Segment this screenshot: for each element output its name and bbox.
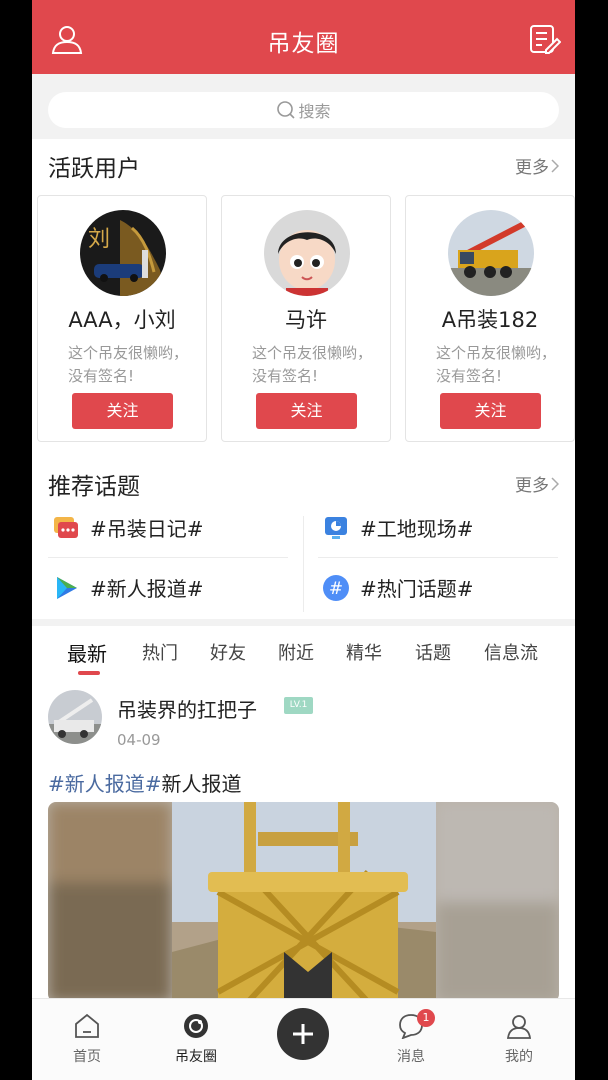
user-name: AAA，小刘 [68,308,176,332]
active-tab-indicator [78,671,100,675]
page-title: 吊友圈 [267,31,340,57]
nav-messages[interactable]: 1 消息 [371,999,451,1080]
user-signature: 这个吊友很懒哟，没有签名! [436,344,557,385]
add-post-button[interactable] [277,1008,329,1060]
user-name: A吊装182 [441,308,539,332]
avatar[interactable] [448,210,534,296]
nav-home[interactable]: 首页 [47,999,127,1080]
bottom-nav: 首页 吊友圈 1 消息 我的 [32,998,575,1080]
play-icon [57,576,77,599]
app-header: 吊友圈 [32,0,575,74]
avatar[interactable]: 刘 [80,210,166,296]
search-input[interactable]: 搜索 [48,92,559,128]
plus-icon [293,1024,313,1044]
user-card[interactable]: A吊装182 这个吊友很懒哟，没有签名! 关注 [405,195,575,442]
follow-button[interactable]: 关注 [256,393,357,429]
svg-text:刘: 刘 [88,227,110,252]
edit-icon[interactable] [527,22,561,56]
post-text: #新人报道#新人报道 [48,768,242,797]
post-tag[interactable]: #新人报道# [48,772,162,796]
topic-item[interactable]: # #热门话题# [322,573,474,602]
nav-label: 我的 [505,1049,533,1065]
profile-icon [506,1015,532,1039]
topic-item[interactable]: #工地现场# [322,513,474,542]
chevron-right-icon [551,158,559,173]
topics-more[interactable]: 更多 [515,471,559,496]
chevron-right-icon [551,476,559,491]
nav-circle[interactable]: 吊友圈 [156,999,236,1080]
more-label: 更多 [515,476,549,496]
tab-nearby[interactable]: 附近 [278,639,314,665]
tab-friends[interactable]: 好友 [210,639,246,665]
user-card[interactable]: 马许 这个吊友很懒哟，没有签名! 关注 [221,195,391,442]
nav-label: 吊友圈 [175,1049,217,1065]
topic-divider [318,557,558,558]
topic-label: #吊装日记# [90,517,204,541]
svg-text:#: # [329,579,343,599]
active-users-more[interactable]: 更多 [515,153,559,178]
tab-featured[interactable]: 精华 [346,639,382,665]
search-icon [277,101,296,119]
active-users-section: 活跃用户 更多 刘 AAA，小刘 这个吊友很懒哟，没有签名! 关注 马许 这个吊… [32,139,575,449]
active-users-title: 活跃用户 [48,156,140,182]
topic-item[interactable]: #新人报道# [52,573,204,602]
nav-label: 首页 [73,1049,101,1065]
topic-divider [48,557,288,558]
topics-title: 推荐话题 [48,474,140,500]
post-image[interactable] [48,802,559,998]
topic-label: #工地现场# [360,517,474,541]
post-body: 新人报道 [161,772,242,796]
avatar[interactable] [48,690,102,744]
topic-label: #新人报道# [90,577,204,601]
nav-label: 消息 [397,1049,425,1065]
app-screen: 吊友圈 搜索 活跃用户 更多 刘 AAA，小刘 这个吊友很懒哟，没有签名! 关注… [32,0,575,1080]
user-signature: 这个吊友很懒哟，没有签名! [252,344,373,385]
avatar[interactable] [264,210,350,296]
tab-topics[interactable]: 话题 [415,639,451,665]
user-name: 马许 [285,308,327,332]
level-badge: LV.1 [284,697,313,714]
chat-icon [54,516,78,538]
hash-icon: # [323,574,349,601]
notification-badge: 1 [417,1009,435,1027]
more-label: 更多 [515,158,549,178]
user-card[interactable]: 刘 AAA，小刘 这个吊友很懒哟，没有签名! 关注 [37,195,207,442]
user-signature: 这个吊友很懒哟，没有签名! [68,344,189,385]
post-date: 04-09 [117,731,161,749]
topic-divider [303,516,304,612]
feed-section: 最新 热门 好友 附近 精华 话题 信息流 吊装界的扛把子 LV.1 04-09… [32,626,575,998]
tab-hot[interactable]: 热门 [142,639,178,665]
nav-profile[interactable]: 我的 [479,999,559,1080]
follow-button[interactable]: 关注 [440,393,541,429]
topic-item[interactable]: #吊装日记# [52,513,204,542]
search-bar: 搜索 [32,74,575,139]
feed-tabs: 最新 热门 好友 附近 精华 话题 信息流 [32,626,575,678]
post-author[interactable]: 吊装界的扛把子 [117,694,257,723]
circle-icon [184,1014,208,1038]
topic-label: #热门话题# [360,577,474,601]
home-icon [75,1013,99,1038]
tab-latest[interactable]: 最新 [67,638,107,667]
recommended-topics-section: 推荐话题 更多 #吊装日记# #工地现场# #新人报道# # #热门话题# [32,449,575,619]
chart-icon [325,516,347,539]
search-placeholder: 搜索 [298,102,331,121]
follow-button[interactable]: 关注 [72,393,173,429]
tab-infostream[interactable]: 信息流 [484,639,538,665]
